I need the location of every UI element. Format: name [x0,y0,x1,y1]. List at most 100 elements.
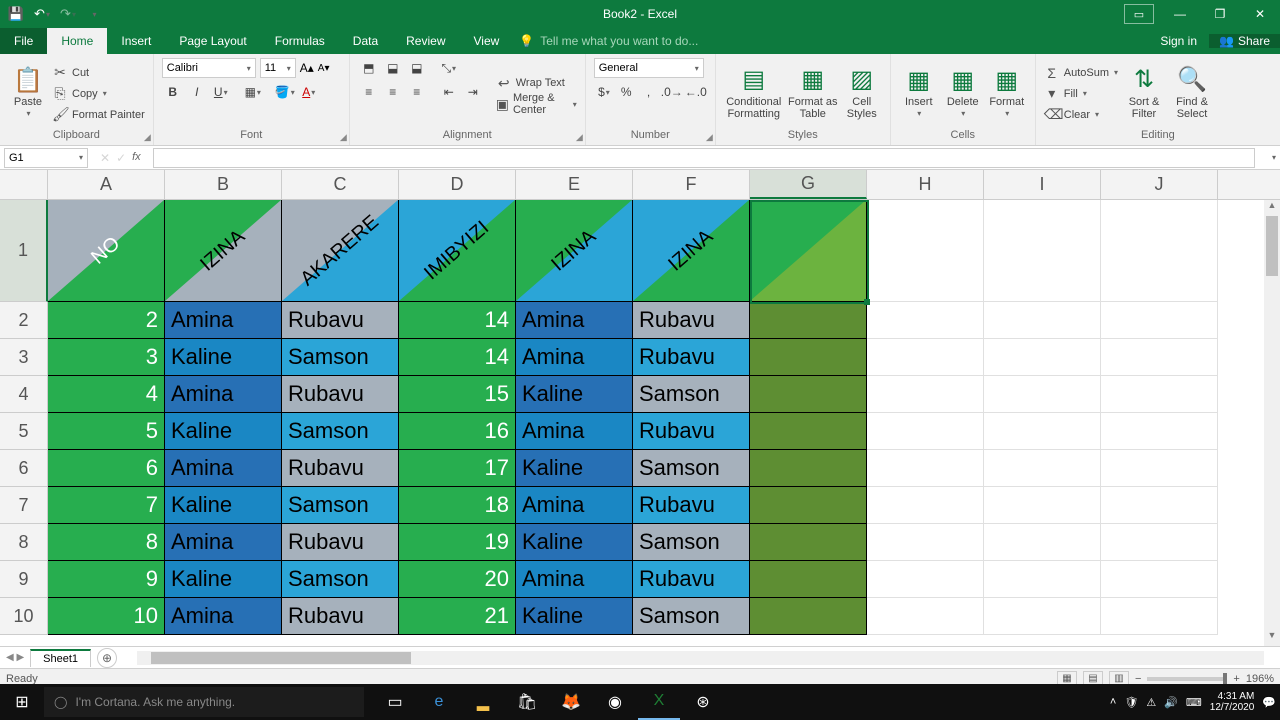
new-sheet-button[interactable]: ⊕ [97,648,117,668]
cell-E10[interactable]: Kaline [516,598,633,635]
cell-D8[interactable]: 19 [399,524,516,561]
cell-I2[interactable] [984,302,1101,339]
cell-E4[interactable]: Kaline [516,376,633,413]
tab-data[interactable]: Data [339,28,392,54]
cell-H1[interactable] [867,200,984,302]
tab-view[interactable]: View [460,28,514,54]
insert-cells-button[interactable]: ▦Insert▾ [899,58,939,129]
cell-J5[interactable] [1101,413,1218,450]
volume-icon[interactable]: 🔊 [1164,696,1178,709]
cell-I4[interactable] [984,376,1101,413]
share-button[interactable]: 👥 Share [1209,34,1280,48]
cell-I8[interactable] [984,524,1101,561]
cell-E9[interactable]: Amina [516,561,633,598]
redo-icon[interactable]: ↷▾ [56,3,80,25]
align-bottom-icon[interactable]: ⬓ [406,58,428,78]
cell-C7[interactable]: Samson [282,487,399,524]
cell-J2[interactable] [1101,302,1218,339]
underline-button[interactable]: U▾ [210,82,232,102]
fill-color-button[interactable]: 🪣▾ [274,82,296,102]
cell-J1[interactable] [1101,200,1218,302]
column-header-J[interactable]: J [1101,170,1218,199]
cell-F6[interactable]: Samson [633,450,750,487]
font-color-button[interactable]: A▾ [298,82,320,102]
vertical-scroll-thumb[interactable] [1266,216,1278,276]
cell-I5[interactable] [984,413,1101,450]
format-as-table-button[interactable]: ▦Format as Table [788,58,838,129]
column-header-I[interactable]: I [984,170,1101,199]
cell-A5[interactable]: 5 [48,413,165,450]
cell-E5[interactable]: Amina [516,413,633,450]
cell-E2[interactable]: Amina [516,302,633,339]
cell-H7[interactable] [867,487,984,524]
explorer-icon[interactable]: ▂ [462,684,504,720]
cell-E7[interactable]: Amina [516,487,633,524]
header-cell-C1[interactable]: AKARERE [282,200,399,302]
decrease-font-icon[interactable]: A▾ [318,63,330,74]
row-header-9[interactable]: 9 [0,561,48,598]
align-center-icon[interactable]: ≡ [382,82,404,102]
close-button[interactable]: ✕ [1240,0,1280,28]
cell-A2[interactable]: 2 [48,302,165,339]
cell-F3[interactable]: Rubavu [633,339,750,376]
cell-A9[interactable]: 9 [48,561,165,598]
number-dialog-launcher[interactable]: ◢ [706,132,713,143]
merge-center-button[interactable]: ▣Merge & Center▾ [496,94,577,114]
restore-button[interactable]: ❐ [1200,0,1240,28]
row-header-2[interactable]: 2 [0,302,48,339]
clear-button[interactable]: ⌫Clear▾ [1044,105,1118,125]
cell-E3[interactable]: Amina [516,339,633,376]
cell-I6[interactable] [984,450,1101,487]
cell-H6[interactable] [867,450,984,487]
minimize-button[interactable]: — [1160,0,1200,28]
column-header-A[interactable]: A [48,170,165,199]
cell-J9[interactable] [1101,561,1218,598]
alignment-dialog-launcher[interactable]: ◢ [576,132,583,143]
cell-F4[interactable]: Samson [633,376,750,413]
tab-home[interactable]: Home [47,28,107,54]
increase-decimal-icon[interactable]: .0→ [661,82,683,102]
cell-C5[interactable]: Samson [282,413,399,450]
increase-indent-icon[interactable]: ⇥ [462,82,484,102]
cell-G9[interactable] [750,561,867,598]
row-header-4[interactable]: 4 [0,376,48,413]
find-select-button[interactable]: 🔍Find & Select [1170,58,1214,129]
cell-F9[interactable]: Rubavu [633,561,750,598]
cut-button[interactable]: ✂Cut [52,63,145,83]
cell-G6[interactable] [750,450,867,487]
cell-J3[interactable] [1101,339,1218,376]
comma-icon[interactable]: , [638,82,658,102]
cell-H3[interactable] [867,339,984,376]
select-all-corner[interactable] [0,170,48,199]
column-header-H[interactable]: H [867,170,984,199]
cell-D6[interactable]: 17 [399,450,516,487]
cell-F8[interactable]: Samson [633,524,750,561]
borders-button[interactable]: ▦▾ [242,82,264,102]
horizontal-scroll-thumb[interactable] [151,652,411,664]
zoom-out-icon[interactable]: − [1135,673,1141,685]
cell-C4[interactable]: Rubavu [282,376,399,413]
cell-G4[interactable] [750,376,867,413]
wrap-text-button[interactable]: ↩Wrap Text [496,73,577,93]
align-middle-icon[interactable]: ⬓ [382,58,404,78]
cell-D3[interactable]: 14 [399,339,516,376]
cell-A3[interactable]: 3 [48,339,165,376]
column-header-E[interactable]: E [516,170,633,199]
cell-C9[interactable]: Samson [282,561,399,598]
ribbon-options-icon[interactable]: ▭ [1124,4,1154,24]
cell-J7[interactable] [1101,487,1218,524]
cell-G10[interactable] [750,598,867,635]
horizontal-scrollbar[interactable] [137,651,1264,665]
format-painter-button[interactable]: 🖌Format Painter [52,105,145,125]
cell-G2[interactable] [750,302,867,339]
cell-G8[interactable] [750,524,867,561]
fx-icon[interactable]: fx [132,151,141,165]
zoom-in-icon[interactable]: + [1233,673,1239,685]
cell-J8[interactable] [1101,524,1218,561]
task-view-icon[interactable]: ▭ [374,684,416,720]
zoom-level[interactable]: 196% [1246,673,1274,685]
cell-J6[interactable] [1101,450,1218,487]
cell-H2[interactable] [867,302,984,339]
row-header-8[interactable]: 8 [0,524,48,561]
row-header-3[interactable]: 3 [0,339,48,376]
